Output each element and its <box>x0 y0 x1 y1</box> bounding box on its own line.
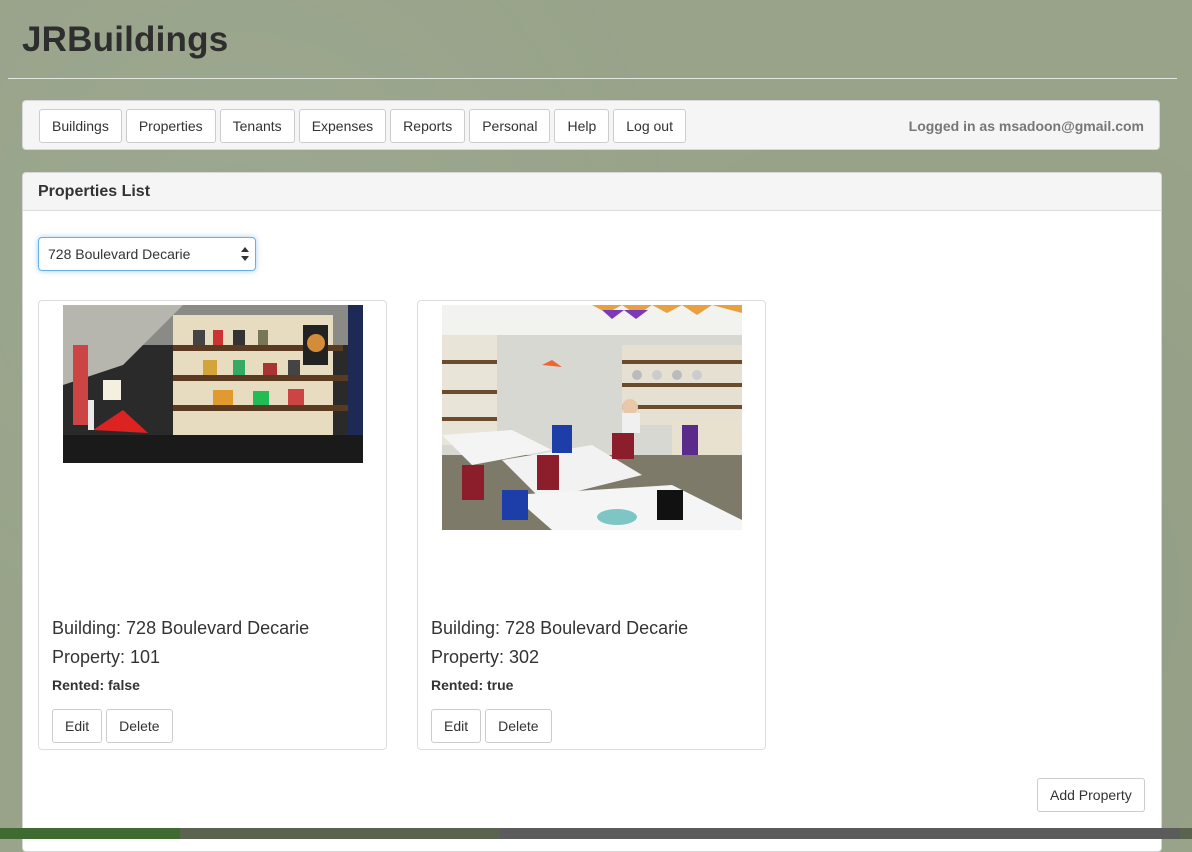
card-actions: Edit Delete <box>431 709 552 743</box>
building-select[interactable]: 728 Boulevard Decarie <box>38 237 256 271</box>
logged-in-status: Logged in as msadoon@gmail.com <box>908 118 1144 134</box>
app-title: JRBuildings <box>22 20 229 59</box>
building-select-value: 728 Boulevard Decarie <box>48 246 191 262</box>
card-actions: Edit Delete <box>52 709 173 743</box>
nav-tenants-button[interactable]: Tenants <box>219 109 295 143</box>
panel-heading: Properties List <box>23 173 1161 211</box>
delete-button[interactable]: Delete <box>485 709 552 743</box>
nav-personal-button[interactable]: Personal <box>469 109 551 143</box>
nav-button-group: Buildings Properties Tenants Expenses Re… <box>39 109 686 143</box>
nav-logout-button[interactable]: Log out <box>613 109 686 143</box>
nav-buildings-button[interactable]: Buildings <box>39 109 122 143</box>
card-rented-status: Rented: true <box>431 677 514 693</box>
card-building-label: Building: 728 Boulevard Decarie <box>52 618 310 638</box>
property-card: Building: 728 Boulevard Decarie Property… <box>38 300 387 750</box>
property-card: Building: 728 Boulevard Decarie Property… <box>417 300 766 750</box>
pottery-studio-photo <box>442 305 742 530</box>
card-property-label: Property: 302 <box>431 647 540 667</box>
background-strip-segment <box>0 828 180 839</box>
top-navbar: Buildings Properties Tenants Expenses Re… <box>22 100 1160 150</box>
edit-button[interactable]: Edit <box>431 709 482 743</box>
nav-expenses-button[interactable]: Expenses <box>298 109 387 143</box>
delete-button[interactable]: Delete <box>106 709 173 743</box>
select-arrows-icon <box>241 246 249 262</box>
nav-properties-button[interactable]: Properties <box>125 109 216 143</box>
properties-panel: Properties List 728 Boulevard Decarie Bu… <box>22 172 1162 852</box>
add-property-button[interactable]: Add Property <box>1037 778 1145 812</box>
background-strip-segment <box>500 828 1180 839</box>
card-property-label: Property: 101 <box>52 647 161 667</box>
nav-help-button[interactable]: Help <box>554 109 610 143</box>
card-rented-status: Rented: false <box>52 677 140 693</box>
edit-button[interactable]: Edit <box>52 709 103 743</box>
nav-reports-button[interactable]: Reports <box>390 109 466 143</box>
background-window-strip <box>0 828 1192 839</box>
shop-interior-photo <box>63 305 363 463</box>
header-divider <box>8 78 1177 79</box>
card-building-label: Building: 728 Boulevard Decarie <box>431 618 689 638</box>
